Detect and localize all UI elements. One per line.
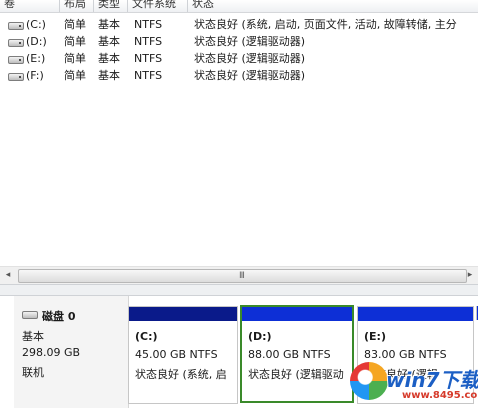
partition-status: 状态良好 (系统, 启 [135, 368, 227, 381]
partition-status: 状态良好 (逻辑驱动 [248, 368, 344, 381]
volume-status: 状态良好 (逻辑驱动器) [194, 69, 306, 82]
partition-color-band [358, 307, 473, 321]
volume-type: 基本 [98, 18, 120, 31]
volume-name: (E:) [26, 52, 46, 65]
volume-row-c[interactable]: (C:) 简单 基本 NTFS 状态良好 (系统, 启动, 页面文件, 活动, … [0, 16, 478, 33]
partition-name: (C:) [135, 330, 158, 343]
partition-size: 45.00 GB NTFS [135, 348, 218, 361]
volume-list: (C:) 简单 基本 NTFS 状态良好 (系统, 启动, 页面文件, 活动, … [0, 13, 478, 265]
column-header-volume[interactable]: 卷 [0, 0, 60, 12]
disk-state: 联机 [22, 366, 44, 379]
volume-layout: 简单 [64, 18, 86, 31]
volume-status: 状态良好 (逻辑驱动器) [194, 35, 306, 48]
partition-c[interactable]: (C:) 45.00 GB NTFS 状态良好 (系统, 启 [128, 306, 238, 404]
disk-type: 基本 [22, 330, 44, 343]
disk-name: 磁盘 0 [42, 310, 76, 323]
partition-name: (D:) [248, 330, 272, 343]
disk-drive-icon [22, 311, 38, 319]
windows-logo-icon [350, 362, 388, 400]
partition-name: (E:) [364, 330, 386, 343]
volume-filesystem: NTFS [134, 35, 163, 48]
volume-drive-icon [8, 39, 24, 47]
volume-filesystem: NTFS [134, 18, 163, 31]
volume-name: (F:) [26, 69, 44, 82]
volume-type: 基本 [98, 52, 120, 65]
pane-splitter[interactable] [0, 284, 478, 296]
volume-filesystem: NTFS [134, 69, 163, 82]
volume-layout: 简单 [64, 35, 86, 48]
partition-color-band [129, 307, 237, 321]
partition-color-band [242, 307, 352, 321]
watermark-url: www.8495.com [402, 390, 478, 401]
column-header-type[interactable]: 类型 [94, 0, 128, 12]
disk-info-box[interactable]: 磁盘 0 基本 298.09 GB 联机 [14, 296, 129, 408]
partition-d[interactable]: (D:) 88.00 GB NTFS 状态良好 (逻辑驱动 [240, 305, 354, 403]
site-watermark: win7下载吧 www.8495.com [348, 358, 478, 406]
volume-status: 状态良好 (逻辑驱动器) [194, 52, 306, 65]
volume-type: 基本 [98, 35, 120, 48]
volume-row-d[interactable]: (D:) 简单 基本 NTFS 状态良好 (逻辑驱动器) [0, 33, 478, 50]
horizontal-scrollbar[interactable]: ◂ III ▸ [0, 266, 478, 284]
scroll-left-arrow-icon[interactable]: ◂ [0, 267, 16, 284]
scroll-right-arrow-icon[interactable]: ▸ [462, 267, 478, 284]
disk-size: 298.09 GB [22, 346, 81, 359]
volume-layout: 简单 [64, 52, 86, 65]
volume-drive-icon [8, 73, 24, 81]
volume-layout: 简单 [64, 69, 86, 82]
volume-list-header: 卷 布局 类型 文件系统 状态 [0, 0, 478, 13]
watermark-text: win7下载吧 [386, 368, 478, 392]
column-header-status[interactable]: 状态 [188, 0, 478, 12]
volume-row-e[interactable]: (E:) 简单 基本 NTFS 状态良好 (逻辑驱动器) [0, 50, 478, 67]
volume-status: 状态良好 (系统, 启动, 页面文件, 活动, 故障转储, 主分 [194, 18, 457, 31]
volume-drive-icon [8, 56, 24, 64]
volume-drive-icon [8, 22, 24, 30]
column-header-layout[interactable]: 布局 [60, 0, 94, 12]
volume-name: (D:) [26, 35, 47, 48]
volume-name: (C:) [26, 18, 46, 31]
scrollbar-thumb[interactable]: III [18, 269, 467, 283]
volume-filesystem: NTFS [134, 52, 163, 65]
volume-row-f[interactable]: (F:) 简单 基本 NTFS 状态良好 (逻辑驱动器) [0, 67, 478, 84]
column-header-filesystem[interactable]: 文件系统 [128, 0, 188, 12]
volume-type: 基本 [98, 69, 120, 82]
partition-size: 88.00 GB NTFS [248, 348, 331, 361]
scrollbar-grip-icon: III [239, 271, 245, 281]
disk-management-window: 卷 布局 类型 文件系统 状态 (C:) 简单 基本 NTFS 状态良好 (系统… [0, 0, 478, 408]
